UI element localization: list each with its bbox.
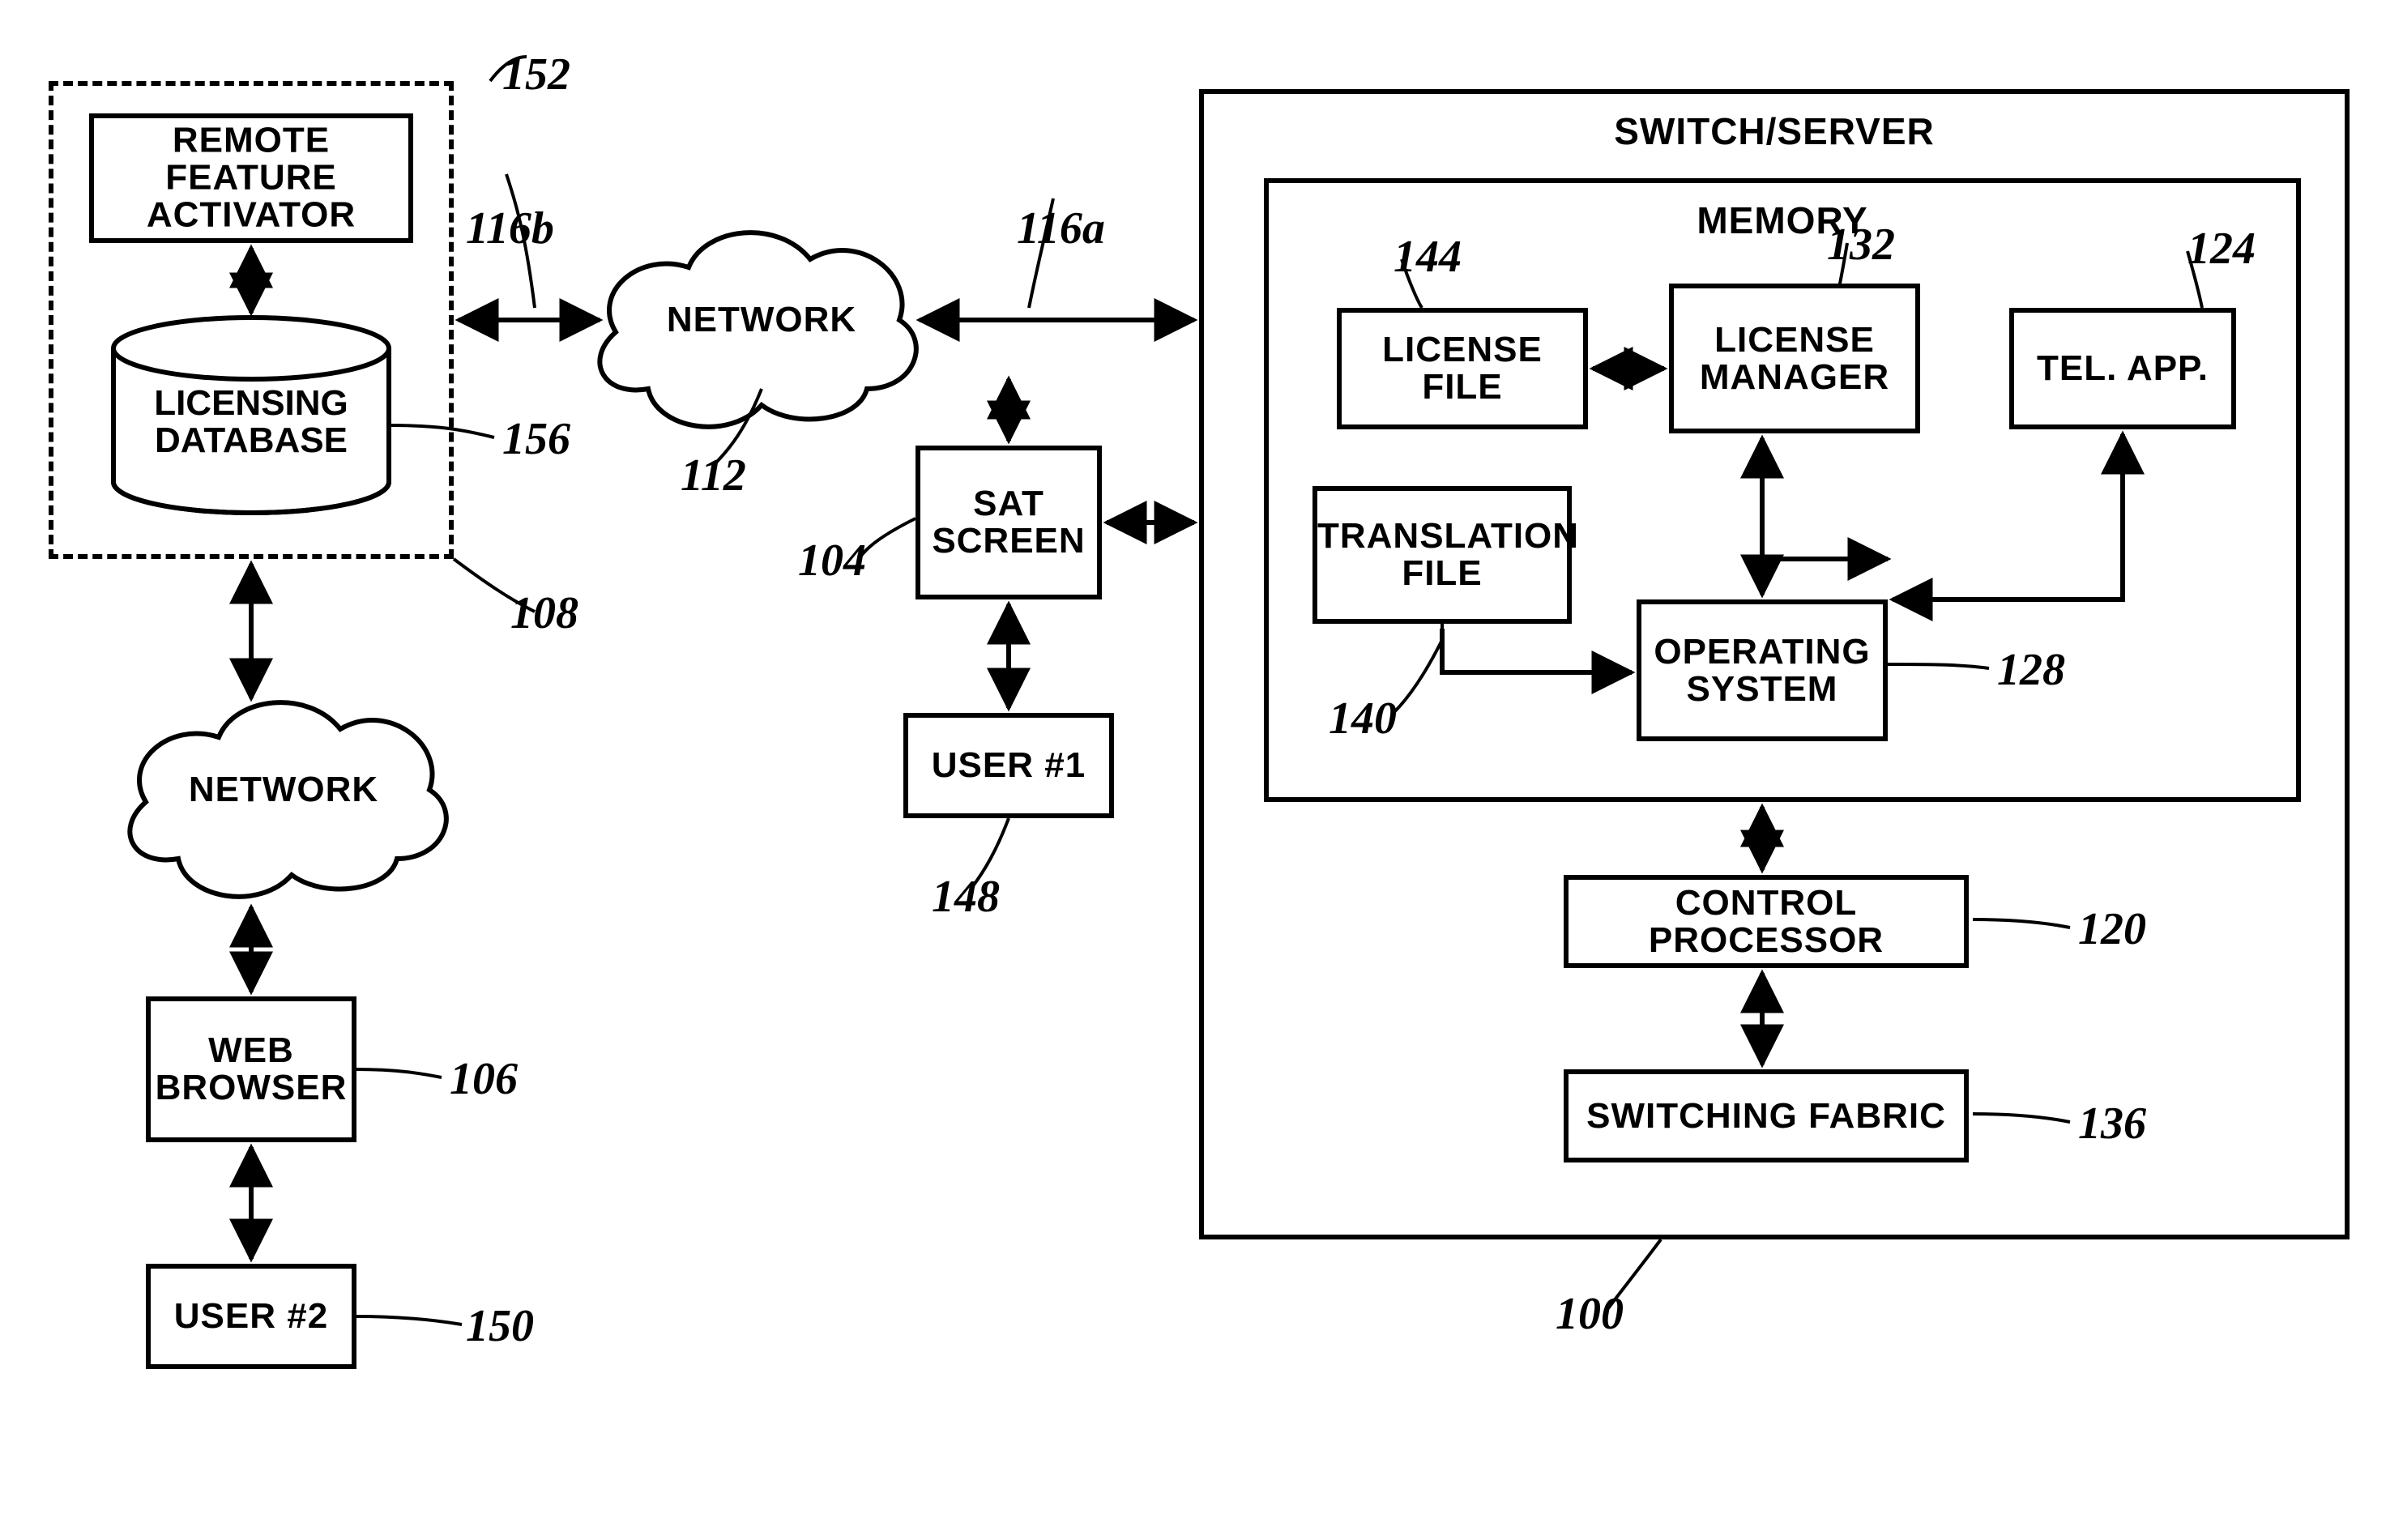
translation-file-box: TRANSLATION FILE (1312, 486, 1572, 624)
ref-152: 152 (502, 49, 570, 100)
license-file-label: LICENSE FILE (1342, 331, 1583, 406)
sat-screen-box: SAT SCREEN (916, 446, 1102, 599)
remote-feature-activator-box: REMOTE FEATURE ACTIVATOR (89, 113, 413, 243)
user2-label: USER #2 (151, 1298, 352, 1335)
user1-label: USER #1 (908, 747, 1109, 784)
ref-124: 124 (2187, 223, 2256, 275)
translation-file-label: TRANSLATION FILE (1317, 518, 1567, 592)
user1-box: USER #1 (903, 713, 1114, 818)
license-manager-box: LICENSE MANAGER (1669, 284, 1920, 433)
ref-128: 128 (1997, 644, 2065, 696)
web-browser-label: WEB BROWSER (151, 1032, 352, 1107)
ref-148: 148 (932, 871, 1000, 923)
ref-120: 120 (2078, 903, 2146, 955)
license-manager-label: LICENSE MANAGER (1674, 321, 1915, 395)
switch-server-title: SWITCH/SERVER (1199, 109, 2350, 153)
ref-150: 150 (466, 1300, 534, 1352)
ref-108: 108 (510, 587, 578, 639)
web-browser-box: WEB BROWSER (146, 996, 356, 1142)
switching-fabric-box: SWITCHING FABRIC (1564, 1069, 1969, 1162)
tel-app-label: TEL. APP. (2014, 350, 2231, 387)
ref-144: 144 (1394, 231, 1462, 283)
ref-106: 106 (450, 1053, 518, 1105)
operating-system-label: OPERATING SYSTEM (1641, 633, 1883, 707)
sat-screen-label: SAT SCREEN (920, 485, 1097, 560)
network-top-label: NETWORK (640, 300, 883, 340)
control-processor-box: CONTROL PROCESSOR (1564, 875, 1969, 968)
switching-fabric-label: SWITCHING FABRIC (1569, 1097, 1964, 1134)
remote-feature-activator-label: REMOTE FEATURE ACTIVATOR (94, 122, 408, 235)
ref-112: 112 (681, 450, 746, 501)
user2-box: USER #2 (146, 1264, 356, 1369)
licensing-database-label: LICENSING DATABASE (113, 385, 389, 459)
control-processor-label: CONTROL PROCESSOR (1569, 884, 1964, 958)
ref-140: 140 (1329, 693, 1397, 744)
ref-104: 104 (798, 535, 866, 587)
diagram-stage: REMOTE FEATURE ACTIVATOR LICENSING DATAB… (0, 0, 2403, 1540)
operating-system-box: OPERATING SYSTEM (1637, 599, 1888, 741)
ref-116b: 116b (466, 203, 554, 254)
ref-136: 136 (2078, 1098, 2146, 1150)
ref-132: 132 (1827, 219, 1895, 271)
license-file-box: LICENSE FILE (1337, 308, 1588, 429)
network-left-label: NETWORK (162, 770, 405, 810)
ref-100: 100 (1556, 1288, 1624, 1340)
ref-156: 156 (502, 413, 570, 465)
ref-116a: 116a (1017, 203, 1105, 254)
memory-title: MEMORY (1539, 198, 2025, 242)
tel-app-box: TEL. APP. (2009, 308, 2236, 429)
